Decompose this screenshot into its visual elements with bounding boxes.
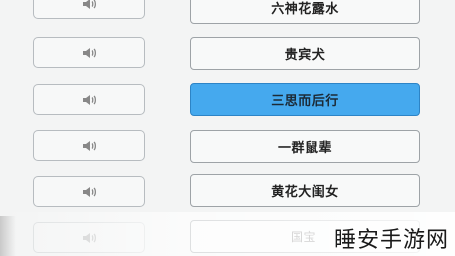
watermark-text: 睡安手游网 bbox=[333, 228, 449, 253]
word-match-screen: 六神花露水 贵宾犬 三思而后行 一群鼠辈 黄花大闺女 国宝 睡安手游网 bbox=[0, 0, 455, 256]
audio-button[interactable] bbox=[33, 0, 145, 19]
word-option-button-selected[interactable]: 三思而后行 bbox=[190, 83, 420, 116]
word-option-label: 贵宾犬 bbox=[284, 48, 326, 63]
audio-button[interactable] bbox=[33, 37, 145, 68]
word-option-button[interactable]: 贵宾犬 bbox=[190, 37, 420, 70]
audio-button[interactable] bbox=[33, 130, 145, 161]
word-option-label: 黄花大闺女 bbox=[271, 185, 339, 200]
word-option-label: 一群鼠辈 bbox=[277, 141, 332, 156]
word-option-button[interactable]: 六神花露水 bbox=[190, 0, 420, 24]
speaker-icon bbox=[81, 46, 97, 60]
audio-button[interactable] bbox=[33, 176, 145, 207]
word-option-label: 三思而后行 bbox=[271, 94, 339, 109]
speaker-icon bbox=[81, 0, 97, 11]
word-option-button[interactable]: 一群鼠辈 bbox=[190, 130, 420, 163]
word-option-label: 六神花露水 bbox=[271, 2, 339, 17]
speaker-icon bbox=[81, 139, 97, 153]
word-option-button[interactable]: 黄花大闺女 bbox=[190, 174, 420, 207]
speaker-icon bbox=[81, 185, 97, 199]
speaker-icon bbox=[81, 93, 97, 107]
audio-button[interactable] bbox=[33, 84, 145, 115]
